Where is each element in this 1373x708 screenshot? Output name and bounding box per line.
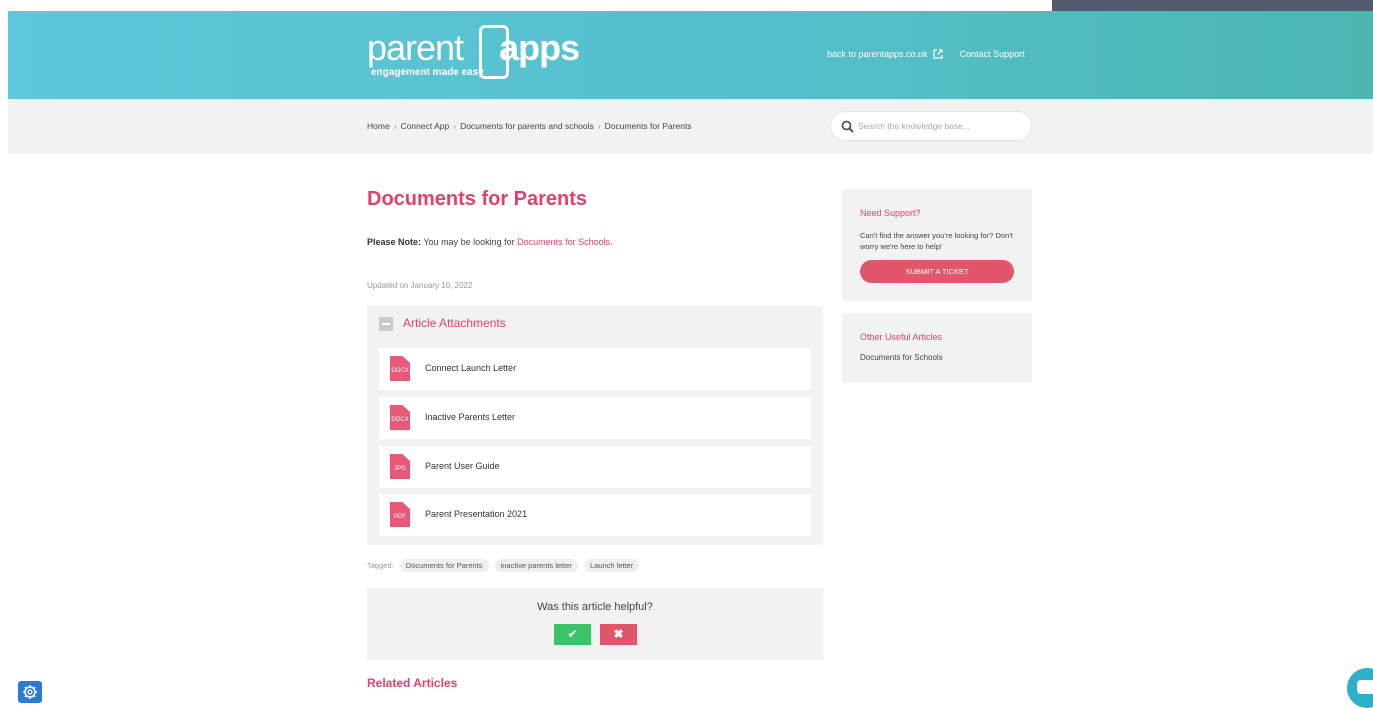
docx-file-icon: DOCX (390, 405, 410, 430)
breadcrumb-separator: › (453, 121, 457, 131)
chat-icon (1357, 680, 1373, 694)
useful-articles-widget: Other Useful Articles Documents for Scho… (842, 313, 1032, 382)
attachment-name: Connect Launch Letter (425, 363, 517, 373)
chat-launcher-button[interactable] (1347, 668, 1373, 708)
breadcrumb-connect-app[interactable]: Connect App (401, 121, 450, 131)
tag-list: Tagged: Documents for Parents inactive p… (367, 559, 640, 572)
attachment-item[interactable]: JPG Parent User Guide (379, 446, 811, 488)
support-title: Need Support? (860, 208, 921, 218)
attachment-item[interactable]: DOCX Connect Launch Letter (379, 348, 811, 390)
gear-icon (23, 685, 37, 699)
window-top-strip (1052, 0, 1373, 11)
note-text: You may be looking for (423, 237, 515, 247)
tag-chip[interactable]: Launch letter (583, 559, 640, 572)
breadcrumb: Home › Connect App › Documents for parents a… (367, 121, 692, 131)
logo-wordmark: parent apps (367, 27, 580, 68)
attachment-item[interactable]: DOCX Inactive Parents Letter (379, 397, 811, 439)
breadcrumb-separator: › (597, 121, 601, 131)
note-end: . (610, 237, 613, 247)
external-link-icon (933, 49, 943, 59)
related-articles-heading: Related Articles (367, 676, 458, 690)
search-input[interactable]: Search the knowledge base... (830, 111, 1032, 141)
breadcrumb-documents-category[interactable]: Documents for parents and schools (460, 121, 594, 131)
back-to-site-link[interactable]: back to parentapps.co.uk (827, 49, 928, 59)
breadcrumb-current: Documents for Parents (604, 121, 692, 131)
attachments-title: Article Attachments (403, 316, 506, 330)
helpful-no-button[interactable]: ✖ (600, 624, 637, 645)
search-placeholder: Search the knowledge base... (858, 121, 970, 131)
support-widget: Need Support? Can't find the answer you'… (842, 189, 1032, 301)
useful-articles-title: Other Useful Articles (860, 332, 943, 342)
page-title: Documents for Parents (367, 188, 588, 210)
file-extension: DOCX (391, 417, 409, 423)
logo-tagline: engagement made easy (371, 67, 484, 78)
site-header: parent apps engagement made easy back to … (8, 11, 1373, 99)
pdf-file-icon: PDF (390, 502, 410, 527)
feedback-question: Was this article helpful? (537, 601, 653, 613)
updated-date: Updated on January 10, 2022 (367, 281, 473, 290)
file-extension: PDF (394, 514, 406, 520)
file-extension: JPG (394, 466, 406, 472)
search-icon (841, 120, 854, 133)
settings-button[interactable] (18, 681, 42, 703)
tag-chip[interactable]: Documents for Parents (399, 559, 489, 572)
attachment-name: Parent Presentation 2021 (425, 509, 528, 519)
jpg-file-icon: JPG (390, 454, 410, 479)
tag-chip[interactable]: inactive parents letter (494, 559, 578, 572)
breadcrumb-separator: › (393, 121, 397, 131)
submit-ticket-button[interactable]: SUBMIT A TICKET (860, 260, 1014, 283)
collapse-icon[interactable] (379, 317, 393, 331)
attachment-item[interactable]: PDF Parent Presentation 2021 (379, 494, 811, 536)
useful-article-link[interactable]: Documents for Schools (860, 353, 943, 362)
attachments-panel: Article Attachments DOCX Connect Launch … (367, 306, 823, 545)
attachment-name: Parent User Guide (425, 461, 500, 471)
breadcrumb-bar: Home › Connect App › Documents for parents a… (8, 99, 1373, 154)
feedback-panel: Was this article helpful? ✔ ✖ (367, 588, 823, 660)
file-extension: DOCX (391, 368, 409, 374)
breadcrumb-home[interactable]: Home (367, 121, 390, 131)
support-text: Can't find the answer you're looking for… (860, 231, 1013, 251)
docx-file-icon: DOCX (390, 356, 410, 381)
article-note: Please Note: You may be looking for Docu… (367, 237, 613, 247)
tagged-label: Tagged: (367, 561, 394, 570)
helpful-yes-button[interactable]: ✔ (554, 624, 591, 645)
contact-support-link[interactable]: Contact Support (960, 49, 1025, 59)
note-label: Please Note: (367, 237, 422, 247)
documents-for-schools-link[interactable]: Documents for Schools (517, 237, 610, 247)
attachment-name: Inactive Parents Letter (425, 412, 516, 422)
header-links: back to parentapps.co.uk Contact Support (827, 48, 1025, 59)
